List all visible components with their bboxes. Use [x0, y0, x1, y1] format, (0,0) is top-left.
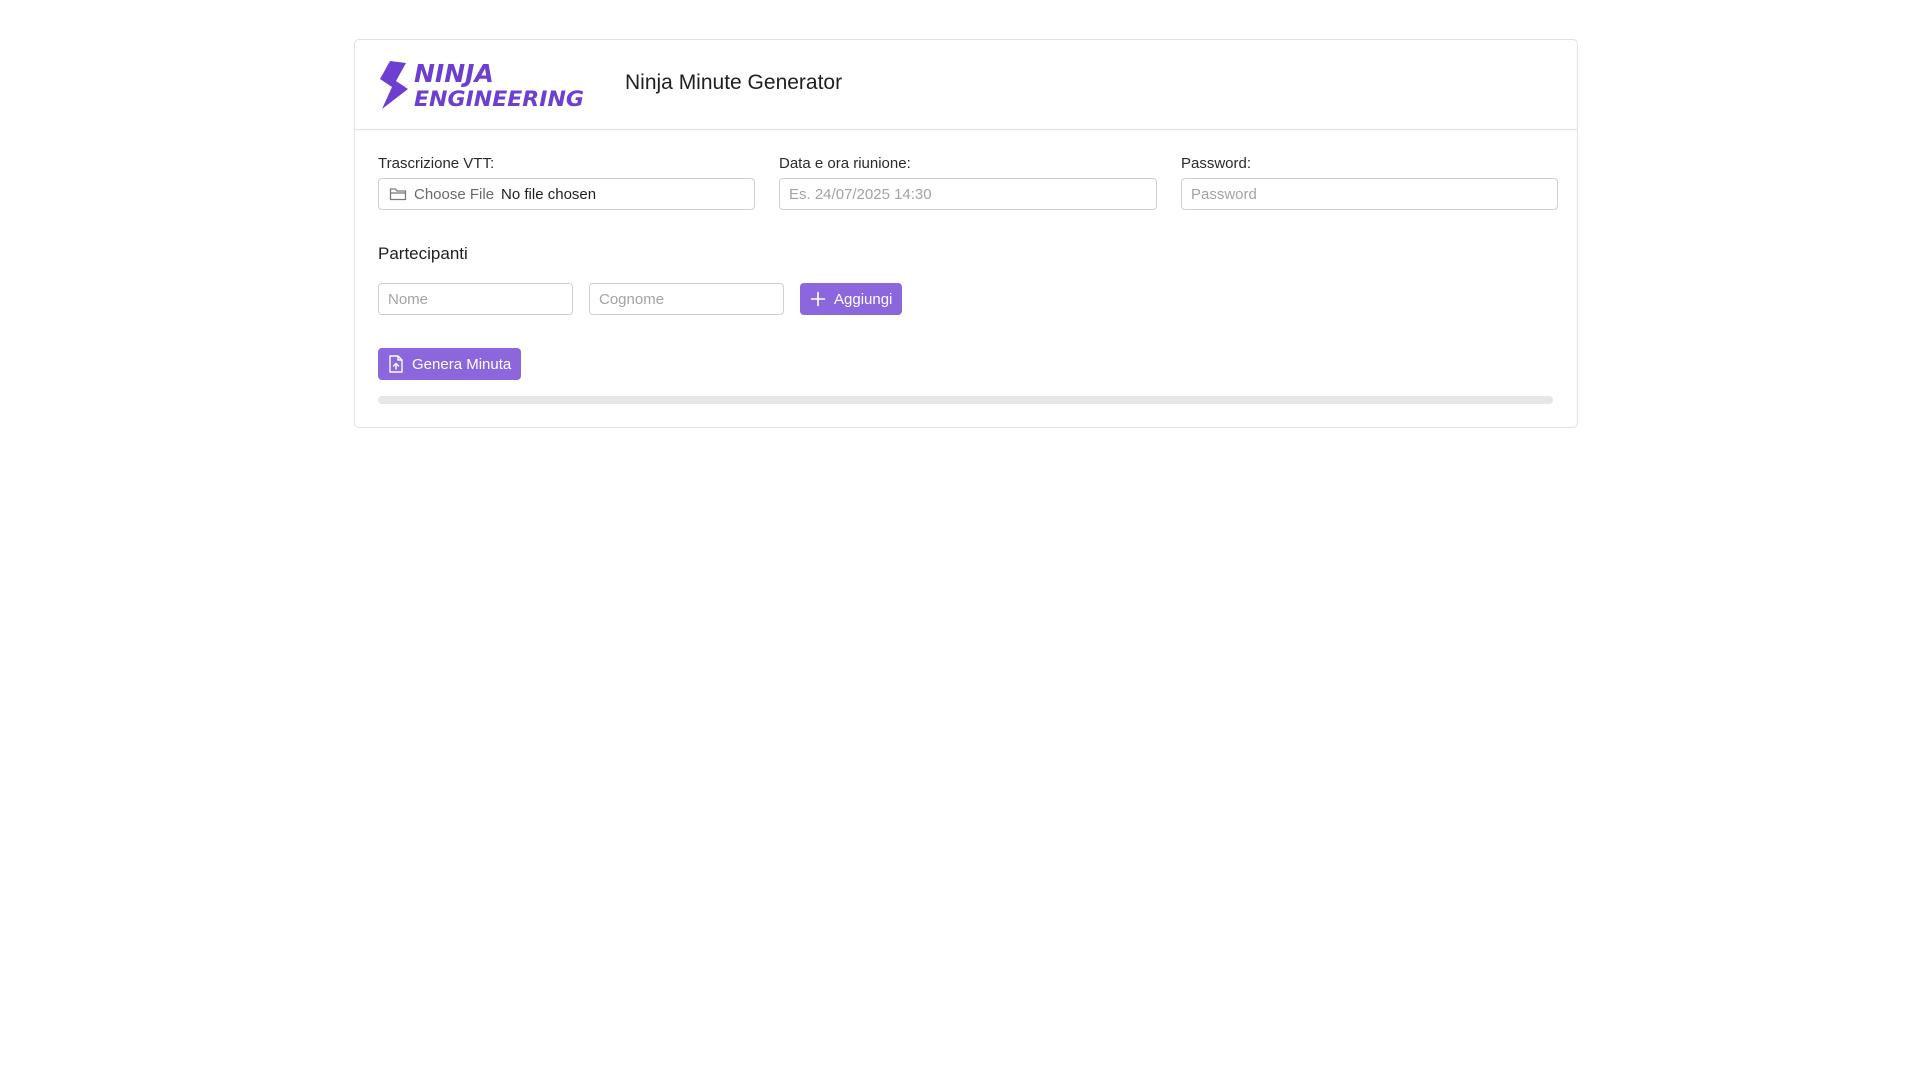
ninja-logo-icon: NINJA ENGINEERING: [380, 59, 584, 111]
choose-file-button[interactable]: Choose File: [389, 186, 494, 203]
file-upload-icon: [389, 355, 403, 373]
password-label: Password:: [1181, 155, 1252, 172]
file-status-text: No file chosen: [501, 185, 597, 203]
plus-icon: [810, 291, 826, 307]
first-name-field-wrapper: [378, 283, 573, 315]
participants-title: Partecipanti: [378, 244, 468, 263]
generate-minute-button[interactable]: Genera Minuta: [378, 348, 522, 380]
datetime-field-wrapper: [779, 178, 1157, 210]
first-name-input[interactable]: [379, 284, 572, 314]
vtt-file-input[interactable]: Choose File No file chosen: [378, 178, 755, 210]
datetime-input[interactable]: [780, 179, 1156, 209]
header: NINJA ENGINEERING Ninja Minute Generator: [355, 40, 1577, 130]
add-participant-label: Aggiungi: [834, 290, 893, 308]
choose-file-label: Choose File: [414, 185, 495, 203]
last-name-input[interactable]: [590, 284, 783, 314]
vtt-label: Trascrizione VTT:: [378, 155, 495, 172]
logo-text-engineering: ENGINEERING: [414, 87, 584, 111]
password-input[interactable]: [1182, 179, 1557, 209]
datetime-label: Data e ora riunione:: [779, 155, 911, 172]
add-participant-button[interactable]: Aggiungi: [800, 283, 903, 315]
progress-bar: [378, 396, 1553, 404]
main-card: NINJA ENGINEERING Ninja Minute Generator…: [354, 39, 1578, 428]
page-title: Ninja Minute Generator: [625, 71, 843, 94]
logo-mark: [380, 61, 408, 109]
password-field-wrapper: [1181, 178, 1558, 210]
folder-icon: [389, 188, 407, 201]
generate-minute-label: Genera Minuta: [412, 355, 512, 373]
logo-text-ninja: NINJA: [414, 59, 494, 88]
last-name-field-wrapper: [589, 283, 784, 315]
